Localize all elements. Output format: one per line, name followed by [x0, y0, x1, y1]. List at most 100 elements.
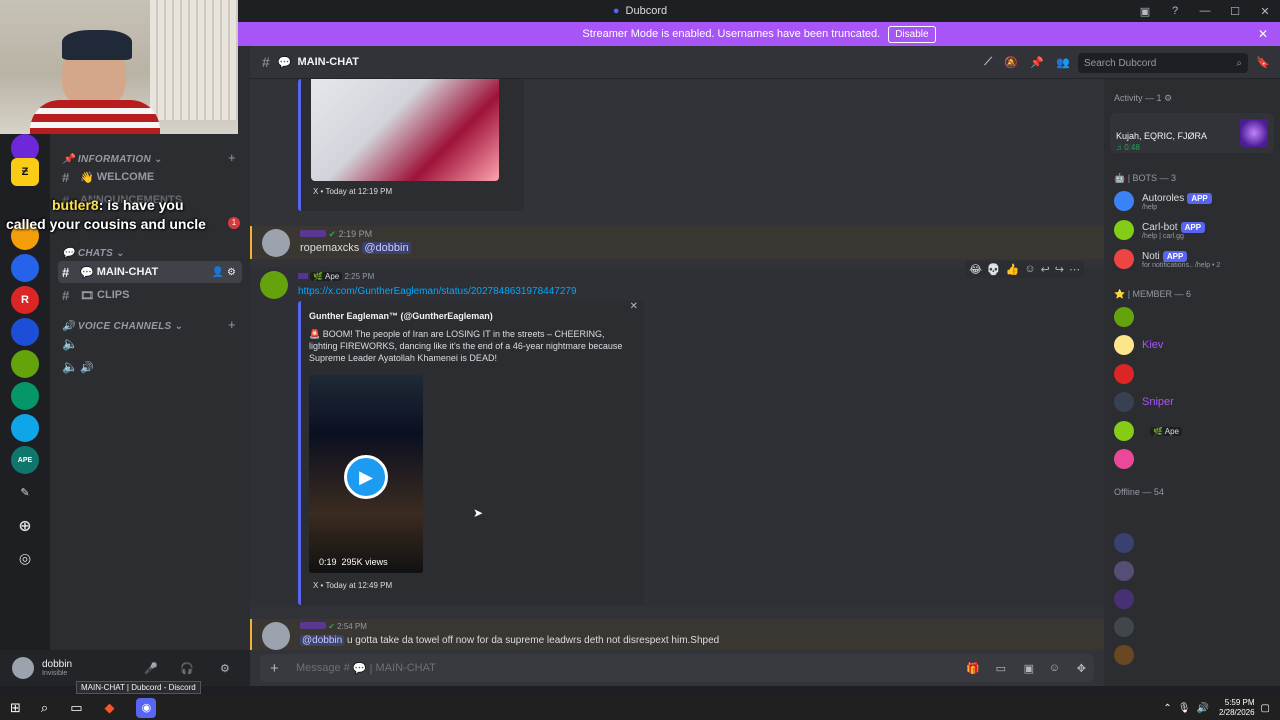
server-icon[interactable]: [11, 254, 39, 282]
member-item[interactable]: [1114, 449, 1142, 469]
pinned-icon[interactable]: 📌: [1030, 56, 1044, 69]
avatar[interactable]: [262, 622, 290, 650]
emoji-icon[interactable]: ☺: [1049, 662, 1060, 674]
gif-icon[interactable]: ▭: [996, 662, 1006, 675]
close-banner-icon[interactable]: ✕: [1258, 27, 1268, 41]
threads-icon[interactable]: ⟋: [984, 56, 992, 69]
mic-tray-icon[interactable]: 🎙: [1178, 703, 1191, 714]
author-name[interactable]: [300, 230, 326, 237]
member-offline[interactable]: [1114, 617, 1134, 637]
activity-art: [1240, 119, 1268, 147]
member-item[interactable]: [1114, 364, 1142, 384]
embed-close-icon[interactable]: ✕: [630, 301, 638, 312]
server-icon[interactable]: R: [11, 286, 39, 314]
member-bot[interactable]: Autoroles APP/help: [1114, 191, 1212, 211]
inbox-icon[interactable]: ▣: [1130, 5, 1160, 18]
streamer-mode-banner: Streamer Mode is enabled. Usernames have…: [238, 22, 1280, 46]
add-reaction-icon[interactable]: ☺: [1024, 263, 1035, 276]
member-item[interactable]: 🌿 Ape: [1114, 421, 1182, 441]
server-icon[interactable]: [11, 382, 39, 410]
brave-icon[interactable]: ◆: [104, 700, 114, 716]
forward-icon[interactable]: ↪: [1055, 263, 1064, 276]
member-offline[interactable]: [1114, 533, 1134, 553]
server-icon[interactable]: [11, 350, 39, 378]
channel-welcome[interactable]: # 👋 WELCOME: [58, 166, 242, 188]
member-offline[interactable]: [1114, 561, 1134, 581]
reply-icon[interactable]: ↩: [1041, 263, 1050, 276]
settings-icon[interactable]: ⚙: [220, 662, 230, 675]
server-icon[interactable]: APE: [11, 446, 39, 474]
search-icon[interactable]: ⌕: [41, 700, 48, 716]
add-channel-icon[interactable]: +: [228, 317, 236, 332]
member-offline[interactable]: [1114, 645, 1134, 665]
apps-icon[interactable]: ✥: [1077, 662, 1086, 675]
headphones-icon[interactable]: 🎧: [180, 662, 194, 675]
message-row: ✔ 2:19 PM ropemaxcks @dobbin: [250, 226, 1104, 259]
server-icon[interactable]: [11, 414, 39, 442]
author-name[interactable]: [298, 273, 308, 279]
disable-streamer-button[interactable]: Disable: [888, 25, 936, 43]
avatar[interactable]: [12, 657, 34, 679]
sticker-icon[interactable]: ▣: [1024, 662, 1034, 675]
member-item[interactable]: [1114, 307, 1142, 327]
help-icon[interactable]: ?: [1160, 5, 1190, 17]
category-voice[interactable]: 🔊 VOICE CHANNELS ⌄: [62, 321, 183, 332]
notification-icon[interactable]: ▢: [1261, 703, 1270, 714]
member-bot[interactable]: Noti APP for notifications.. /help • 2: [1114, 249, 1220, 269]
activity-card[interactable]: Kujah, EQRIC, FJØRA ♫ 0:48: [1110, 113, 1274, 153]
role-tag: 🌿 Ape: [1150, 426, 1182, 436]
category-information[interactable]: 📌 INFORMATION ⌄: [62, 154, 163, 165]
add-server-icon[interactable]: ⊕: [11, 512, 39, 540]
maximize-button[interactable]: ☐: [1220, 5, 1250, 18]
gift-icon[interactable]: 🎁: [966, 662, 980, 675]
message-input[interactable]: + Message # 💬 | MAIN-CHAT 🎁 ▭ ▣ ☺ ✥: [260, 654, 1094, 682]
username[interactable]: dobbin: [42, 659, 72, 670]
user-mention[interactable]: @dobbin: [362, 242, 411, 254]
avatar[interactable]: [262, 229, 290, 257]
channel-main-chat[interactable]: # 💬 MAIN-CHAT 👤 ⚙: [58, 261, 242, 283]
video-duration: 0:19: [319, 557, 337, 567]
more-icon[interactable]: ⋯: [1069, 263, 1080, 276]
volume-icon[interactable]: 🔊: [1197, 703, 1209, 714]
member-item[interactable]: Kiev: [1114, 335, 1163, 355]
embed-video[interactable]: ▶ 0:19 295K views: [309, 375, 423, 573]
explore-icon[interactable]: ◎: [11, 544, 39, 572]
category-chats[interactable]: 💬 CHATS ⌄: [62, 248, 125, 259]
reaction-joy-icon[interactable]: 😂: [969, 263, 982, 276]
tray-chevron-icon[interactable]: ⌃: [1163, 703, 1171, 714]
voice-channel[interactable]: 🔈 🔊: [58, 356, 242, 378]
server-icon[interactable]: Ƶ: [11, 158, 39, 186]
voice-channel[interactable]: 🔈: [58, 333, 242, 355]
member-offline[interactable]: [1114, 589, 1134, 609]
member-list-icon[interactable]: 👥: [1056, 56, 1070, 69]
search-input[interactable]: Search Dubcord ⌕: [1078, 53, 1248, 73]
member-item[interactable]: Sniper: [1114, 392, 1174, 412]
add-attachment-icon[interactable]: +: [270, 660, 279, 677]
server-icon[interactable]: ✎: [11, 478, 39, 506]
embed-author[interactable]: Gunther Eagleman™ (@GuntherEagleman): [309, 311, 493, 321]
windows-start-icon[interactable]: ⊞: [10, 700, 21, 716]
member-list: Activity — 1 ⚙ Kujah, EQRIC, FJØRA ♫ 0:4…: [1104, 79, 1280, 686]
task-view-icon[interactable]: ▭: [70, 700, 82, 716]
member-bot[interactable]: Carl-bot APP/help | carl.gg: [1114, 220, 1206, 240]
close-button[interactable]: ✕: [1250, 5, 1280, 18]
reaction-skull-icon[interactable]: 💀: [987, 263, 1001, 276]
user-mention[interactable]: @dobbin: [300, 635, 345, 646]
microphone-icon[interactable]: 🎤: [144, 662, 158, 675]
streamer-shirt: [30, 100, 160, 134]
avatar[interactable]: [260, 271, 288, 299]
embed-image[interactable]: [311, 79, 499, 181]
channel-clips[interactable]: # 🎞 CLIPS: [58, 284, 242, 306]
add-channel-icon[interactable]: +: [228, 150, 236, 165]
notifications-icon[interactable]: 🔕: [1004, 56, 1018, 69]
author-name[interactable]: [300, 622, 326, 629]
minimize-button[interactable]: —: [1190, 5, 1220, 17]
inbox-icon[interactable]: 🔖: [1256, 56, 1270, 69]
window-blinds: [150, 0, 238, 120]
server-icon[interactable]: [11, 318, 39, 346]
play-button-icon[interactable]: ▶: [344, 455, 388, 499]
reaction-thumbsup-icon[interactable]: 👍: [1006, 263, 1020, 276]
windows-taskbar: ⊞ ⌕ ▭ ◆ ◉ ⌃ 🎙 🔊 5:59 PM 2/28/2026 ▢: [0, 696, 1280, 720]
discord-taskbar-icon[interactable]: ◉: [136, 698, 157, 718]
message-link[interactable]: https://x.com/GuntherEagleman/status/202…: [298, 286, 577, 297]
